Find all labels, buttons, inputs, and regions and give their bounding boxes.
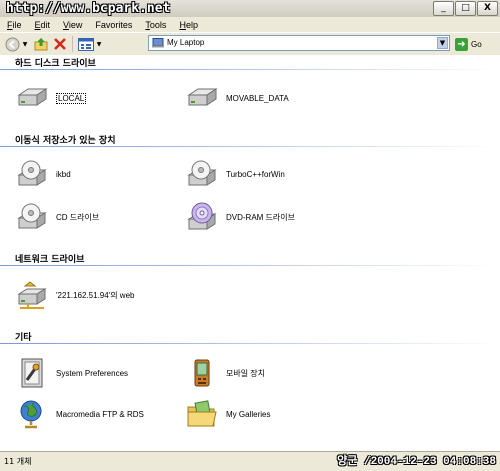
up-folder-icon — [34, 38, 48, 51]
menu-help[interactable]: Help — [172, 20, 204, 30]
group-divider — [0, 265, 500, 266]
group-divider — [0, 146, 500, 147]
views-dropdown[interactable]: ▼ — [95, 36, 103, 52]
mobile-device[interactable]: 모바일 장치 — [186, 358, 265, 388]
system-preferences[interactable]: System Preferences — [16, 358, 128, 388]
address-bar[interactable]: My Laptop ▼ — [148, 35, 450, 51]
my-laptop-icon — [152, 38, 164, 48]
watermark: http://www.bcpark.net — [6, 1, 171, 16]
drive-local[interactable]: LOCAL — [16, 83, 87, 113]
network-drive-web[interactable]: '221.162.51.94'의 web — [16, 280, 134, 310]
address-dropdown-button[interactable]: ▼ — [437, 37, 448, 49]
macromedia-ftp[interactable]: Macromedia FTP & RDS — [16, 399, 144, 429]
disk-drive-icon — [187, 160, 217, 186]
status-bar: 11 개체 양군 /2004-12-23 04:08:38 — [0, 451, 500, 471]
mobile-device-icon — [194, 359, 210, 387]
drive-label: DVD-RAM 드라이브 — [226, 212, 295, 222]
go-arrow-icon: ➜ — [455, 37, 468, 51]
group-title-network: 네트워크 드라이브 — [15, 255, 85, 265]
drive-turboc[interactable]: TurboC++forWin — [186, 159, 285, 189]
menu-favorites[interactable]: Favorites — [88, 20, 138, 30]
delete-button[interactable] — [53, 36, 67, 52]
maximize-button[interactable]: □ — [455, 1, 476, 16]
title-bar: http://www.bcpark.net _ □ X — [0, 0, 500, 18]
menu-file[interactable]: File — [0, 20, 28, 30]
views-button[interactable] — [78, 36, 94, 52]
drive-label: TurboC++forWin — [226, 169, 285, 179]
group-title-removable: 이동식 저장소가 있는 장치 — [15, 136, 116, 146]
dvd-drive-icon — [187, 202, 217, 230]
delete-x-icon — [54, 38, 66, 50]
minimize-button[interactable]: _ — [433, 1, 454, 16]
explorer-content: 하드 디스크 드라이브 LOCAL MOVABLE_DATA 이동식 저장소가 … — [0, 55, 500, 451]
drive-label: ikbd — [56, 169, 71, 179]
back-button[interactable] — [4, 36, 20, 52]
up-folder-button[interactable] — [34, 36, 48, 52]
hard-drive-icon — [17, 88, 48, 106]
system-preferences-icon — [21, 358, 43, 388]
go-label: Go — [471, 39, 482, 49]
date-stamp: 양군 /2004-12-23 04:08:38 — [337, 456, 496, 468]
item-label: My Galleries — [226, 409, 271, 419]
drive-cd[interactable]: CD 드라이브 — [16, 202, 99, 232]
menu-edit[interactable]: Edit — [28, 20, 57, 30]
group-title-hard-disk: 하드 디스크 드라이브 — [15, 59, 96, 69]
folder-icon — [187, 400, 217, 427]
drive-label: MOVABLE_DATA — [226, 93, 289, 103]
group-divider — [0, 69, 500, 70]
address-input[interactable]: My Laptop — [167, 38, 204, 47]
toolbar: ▼ ▼ My Laptop ▼ ➜ Go — [0, 32, 500, 56]
item-label: Macromedia FTP & RDS — [56, 409, 144, 419]
item-label: 모바일 장치 — [226, 368, 266, 378]
menu-view[interactable]: View — [56, 20, 88, 30]
disk-drive-icon — [17, 203, 47, 229]
toolbar-separator — [72, 36, 73, 52]
network-drive-icon — [17, 281, 47, 309]
drive-label: '221.162.51.94'의 web — [56, 290, 135, 300]
drive-movable-data[interactable]: MOVABLE_DATA — [186, 83, 289, 113]
drive-label: CD 드라이브 — [56, 212, 100, 222]
menu-bar: File Edit View Favorites Tools Help — [0, 17, 500, 32]
close-button[interactable]: X — [477, 1, 498, 16]
views-icon — [78, 37, 94, 51]
globe-icon — [20, 400, 42, 429]
my-galleries[interactable]: My Galleries — [186, 399, 270, 429]
go-button[interactable]: ➜ Go — [455, 36, 482, 52]
menu-tools[interactable]: Tools — [138, 20, 172, 30]
back-dropdown[interactable]: ▼ — [21, 36, 29, 52]
hard-drive-icon — [187, 88, 218, 106]
drive-ikbd[interactable]: ikbd — [16, 159, 71, 189]
disk-drive-icon — [17, 160, 47, 186]
group-divider — [0, 343, 500, 344]
object-count: 11 개체 — [4, 457, 32, 466]
group-title-other: 기타 — [15, 333, 32, 343]
item-label: System Preferences — [56, 368, 129, 378]
drive-label: LOCAL — [56, 92, 87, 104]
drive-dvd-ram[interactable]: DVD-RAM 드라이브 — [186, 202, 295, 232]
back-arrow-icon — [5, 37, 19, 51]
